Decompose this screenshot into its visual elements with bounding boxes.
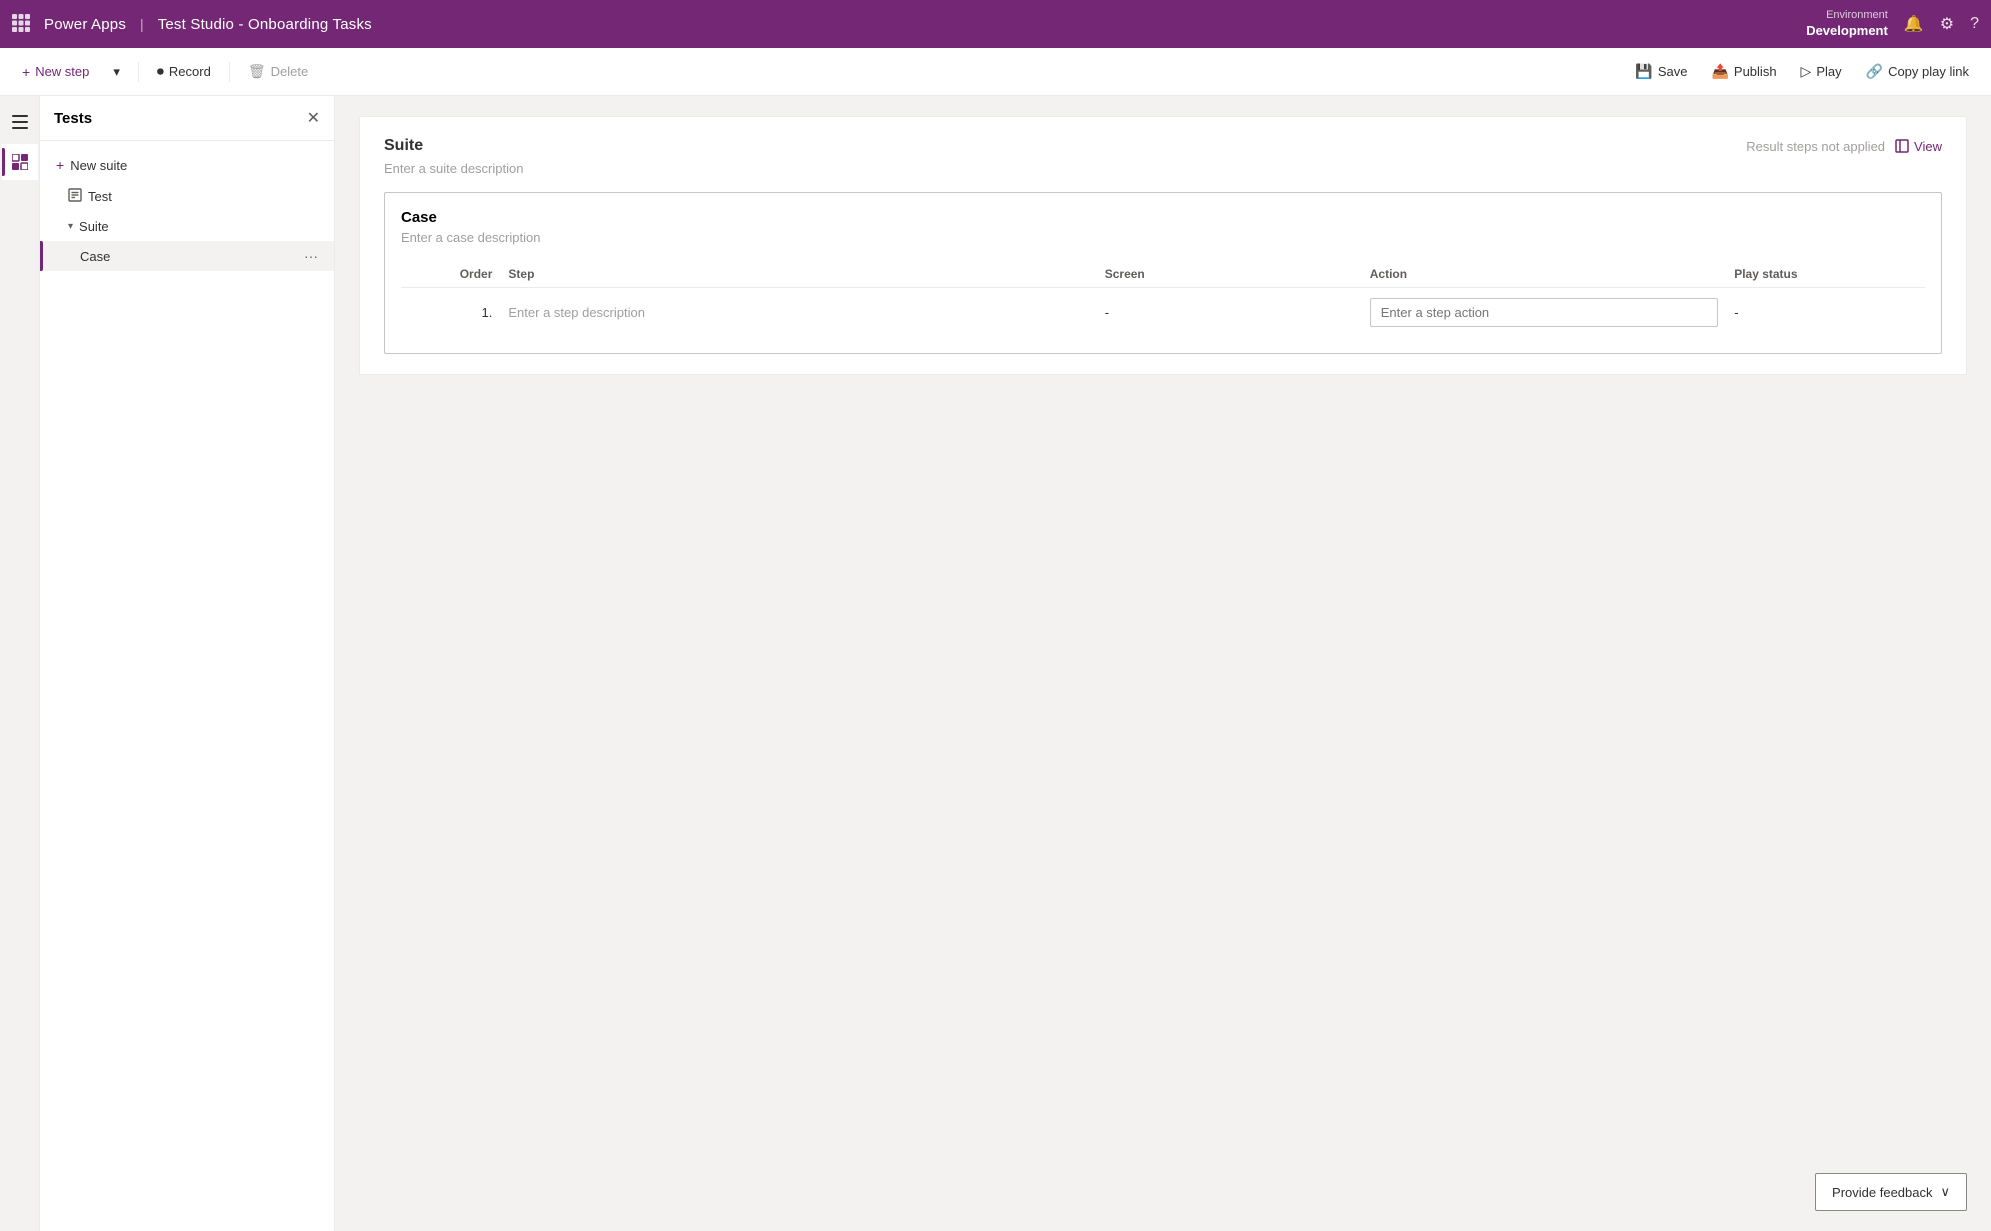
chevron-down-icon: ▾ bbox=[113, 64, 120, 80]
sidebar-close-button[interactable]: ✕ bbox=[307, 108, 320, 128]
col-header-order: Order bbox=[401, 261, 500, 288]
step-screen-cell: - bbox=[1097, 288, 1362, 338]
case-more-icon[interactable]: ··· bbox=[304, 248, 318, 264]
play-icon: ▷ bbox=[1801, 63, 1812, 80]
steps-table: Order Step Screen Action bbox=[401, 261, 1925, 337]
sidebar: Tests ✕ + New suite Test bbox=[40, 96, 335, 1231]
toolbar-divider-1 bbox=[138, 62, 139, 82]
record-button[interactable]: ⏺ Record bbox=[147, 57, 221, 86]
suite-card-header: Suite Result steps not applied View bbox=[384, 137, 1942, 155]
table-row: 1. Enter a step description - bbox=[401, 288, 1925, 338]
content-area: Suite Result steps not applied View Ente… bbox=[335, 96, 1991, 1231]
notification-icon[interactable]: 🔔 bbox=[1904, 14, 1924, 34]
toolbar: + New step ▾ ⏺ Record 🗑 Delete 💾 Save 📤 … bbox=[0, 48, 1991, 96]
sidebar-item-suite[interactable]: ▾ Suite bbox=[40, 212, 334, 241]
toolbar-right: 💾 Save 📤 Publish ▷ Play 🔗 Copy play link bbox=[1625, 57, 1979, 86]
settings-icon[interactable]: ⚙ bbox=[1940, 14, 1954, 34]
table-header-row: Order Step Screen Action bbox=[401, 261, 1925, 288]
new-step-button[interactable]: + New step bbox=[12, 58, 99, 86]
sidebar-title: Tests bbox=[54, 110, 307, 127]
suite-title: Suite bbox=[384, 137, 423, 155]
new-step-dropdown-button[interactable]: ▾ bbox=[103, 58, 130, 86]
col-header-step: Step bbox=[500, 261, 1096, 288]
test-label: Test bbox=[88, 189, 112, 204]
step-action-input[interactable] bbox=[1370, 298, 1718, 327]
case-card: Case Enter a case description Order Step bbox=[384, 192, 1942, 354]
env-label: Environment bbox=[1806, 8, 1888, 22]
suite-label: Suite bbox=[79, 219, 109, 234]
new-suite-label: New suite bbox=[70, 158, 127, 173]
env-name: Development bbox=[1806, 23, 1888, 40]
new-suite-button[interactable]: + New suite bbox=[40, 149, 334, 181]
provide-feedback-button[interactable]: Provide feedback ∨ bbox=[1815, 1173, 1967, 1211]
tests-panel-icon[interactable] bbox=[2, 144, 38, 180]
provide-feedback-label: Provide feedback bbox=[1832, 1185, 1932, 1200]
test-icon bbox=[68, 188, 82, 205]
step-action-cell bbox=[1362, 288, 1726, 338]
case-description-placeholder[interactable]: Enter a case description bbox=[401, 230, 1925, 245]
publish-button[interactable]: 📤 Publish bbox=[1701, 57, 1786, 86]
step-description-cell[interactable]: Enter a step description bbox=[500, 288, 1096, 338]
left-icon-bar bbox=[0, 96, 40, 1231]
provide-feedback-chevron-icon: ∨ bbox=[1940, 1184, 1950, 1200]
col-header-playstatus: Play status bbox=[1726, 261, 1925, 288]
app-name: Power Apps bbox=[44, 16, 126, 33]
view-button[interactable]: View bbox=[1895, 139, 1942, 154]
delete-button[interactable]: 🗑 Delete bbox=[238, 57, 318, 86]
main-layout: Tests ✕ + New suite Test bbox=[0, 96, 1991, 1231]
project-name: Test Studio - Onboarding Tasks bbox=[158, 16, 372, 33]
sidebar-item-test[interactable]: Test bbox=[40, 181, 334, 212]
suite-chevron-icon: ▾ bbox=[68, 221, 73, 232]
play-button[interactable]: ▷ Play bbox=[1791, 57, 1852, 86]
step-description-placeholder: Enter a step description bbox=[508, 305, 645, 320]
copy-play-link-button[interactable]: 🔗 Copy play link bbox=[1856, 57, 1979, 86]
step-order: 1. bbox=[401, 288, 500, 338]
grid-icon[interactable] bbox=[12, 14, 30, 35]
suite-card: Suite Result steps not applied View Ente… bbox=[359, 116, 1967, 375]
result-steps-text: Result steps not applied bbox=[1746, 139, 1885, 154]
plus-icon: + bbox=[22, 64, 30, 80]
col-header-screen: Screen bbox=[1097, 261, 1362, 288]
sidebar-item-case[interactable]: Case ··· bbox=[40, 241, 334, 271]
suite-description-placeholder[interactable]: Enter a suite description bbox=[384, 161, 1942, 176]
delete-icon: 🗑 bbox=[248, 63, 266, 80]
sidebar-content: + New suite Test ▾ Suite bbox=[40, 141, 334, 279]
col-header-action: Action bbox=[1362, 261, 1726, 288]
publish-icon: 📤 bbox=[1711, 63, 1728, 80]
nav-separator: | bbox=[140, 16, 144, 32]
provide-feedback-bar: Provide feedback ∨ bbox=[1815, 1173, 1967, 1211]
help-icon[interactable]: ? bbox=[1970, 15, 1979, 33]
save-button[interactable]: 💾 Save bbox=[1625, 57, 1697, 86]
nav-right: Environment Development 🔔 ⚙ ? bbox=[1806, 8, 1979, 39]
link-icon: 🔗 bbox=[1866, 63, 1883, 80]
sidebar-case-wrapper: Case ··· bbox=[40, 241, 334, 271]
toolbar-divider-2 bbox=[229, 62, 230, 82]
record-icon: ⏺ bbox=[157, 63, 164, 80]
step-playstatus-cell: - bbox=[1726, 288, 1925, 338]
environment-info: Environment Development bbox=[1806, 8, 1888, 39]
selected-accent bbox=[40, 241, 43, 271]
save-icon: 💾 bbox=[1635, 63, 1652, 80]
case-title: Case bbox=[401, 209, 1925, 226]
case-label: Case bbox=[80, 249, 110, 264]
top-nav: Power Apps | Test Studio - Onboarding Ta… bbox=[0, 0, 1991, 48]
new-suite-plus-icon: + bbox=[56, 157, 64, 173]
suite-header-right: Result steps not applied View bbox=[1746, 139, 1942, 154]
hamburger-button[interactable] bbox=[2, 104, 38, 140]
sidebar-header: Tests ✕ bbox=[40, 96, 334, 141]
